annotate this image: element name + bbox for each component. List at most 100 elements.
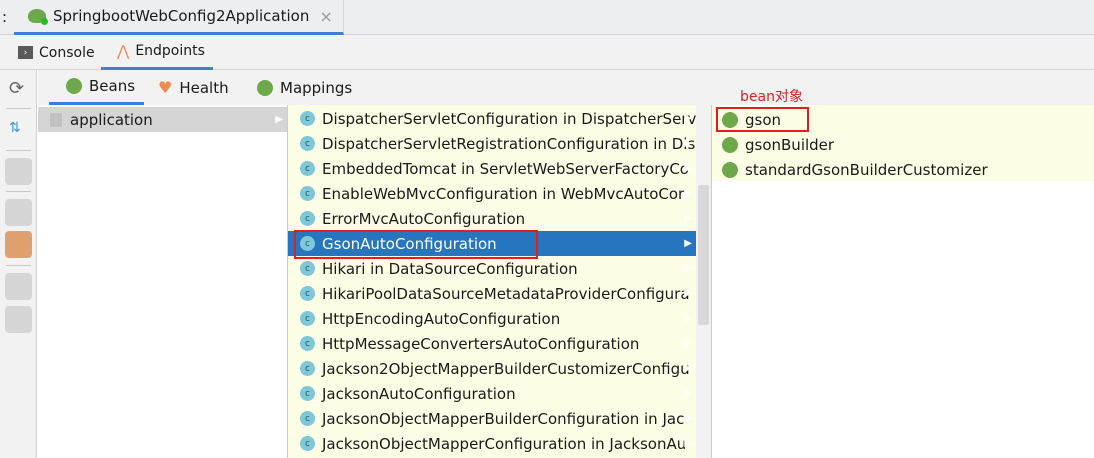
bean-class-label: EmbeddedTomcat in ServletWebServerFactor… xyxy=(322,159,689,178)
tab-endpoints[interactable]: ⋀ Endpoints xyxy=(101,35,213,70)
refresh-icon[interactable]: ⟳ xyxy=(9,78,24,99)
bean-icon xyxy=(66,78,82,94)
stack-icon xyxy=(50,112,62,127)
tab-mappings-label: Mappings xyxy=(280,78,353,97)
chevron-right-icon: ▶ xyxy=(684,413,692,424)
scrollbar-thumb[interactable] xyxy=(698,185,709,325)
bean-class-label: Hikari in DataSourceConfiguration xyxy=(322,259,578,278)
endpoint-tabs: Beans ♥ Health Mappings xyxy=(38,70,1094,105)
bean-class-item[interactable]: c HikariPoolDataSourceMetadataProviderCon… xyxy=(288,281,696,306)
tab-console[interactable]: › Console xyxy=(18,35,95,70)
class-icon: c xyxy=(300,161,315,176)
annotation-label: bean对象 xyxy=(740,89,803,105)
bean-class-label: DispatcherServletRegistrationConfigurati… xyxy=(322,134,696,153)
bean-class-item[interactable]: c ErrorMvcAutoConfiguration ▶ xyxy=(288,206,696,231)
chevron-right-icon: ▶ xyxy=(684,338,692,349)
console-icon: › xyxy=(18,46,33,59)
tab-console-label: Console xyxy=(39,44,95,61)
chevron-right-icon: ▶ xyxy=(684,138,692,149)
bean-class-label: JacksonAutoConfiguration xyxy=(322,384,516,403)
sub-tab-bar: › Console ⋀ Endpoints xyxy=(0,35,1094,70)
bean-class-label: DispatcherServletConfiguration in Dispat… xyxy=(322,109,696,128)
context-label: application xyxy=(70,110,153,129)
bean-class-item[interactable]: c EnableWebMvcConfiguration in WebMvcAuto… xyxy=(288,181,696,206)
class-icon: c xyxy=(300,286,315,301)
close-icon[interactable]: × xyxy=(319,7,332,26)
bean-class-item[interactable]: c EmbeddedTomcat in ServletWebServerFacto… xyxy=(288,156,696,181)
run-tab-bar: : SpringbootWebConfig2Application × xyxy=(0,0,1094,35)
chevron-right-icon: ▶ xyxy=(684,313,692,324)
bean-object-label: standardGsonBuilderCustomizer xyxy=(745,160,988,179)
class-icon: c xyxy=(300,211,315,226)
bean-class-item[interactable]: c Jackson2ObjectMapperBuilderCustomizerCo… xyxy=(288,356,696,381)
bean-class-label: EnableWebMvcConfiguration in WebMvcAutoC… xyxy=(322,184,685,203)
tab-health-label: Health xyxy=(179,78,229,97)
bean-class-item[interactable]: c DispatcherServletConfiguration in Dispa… xyxy=(288,106,696,131)
context-list: application ▶ xyxy=(38,105,288,458)
bean-class-item[interactable]: c HttpEncodingAutoConfiguration ▶ xyxy=(288,306,696,331)
bean-class-label: ErrorMvcAutoConfiguration xyxy=(322,209,526,228)
bean-object-label: gsonBuilder xyxy=(745,135,835,154)
class-icon: c xyxy=(300,111,315,126)
heart-icon: ♥ xyxy=(158,78,173,97)
run-tab-title: SpringbootWebConfig2Application xyxy=(53,7,310,25)
tab-health[interactable]: ♥ Health xyxy=(158,70,229,105)
class-icon: c xyxy=(300,361,315,376)
chevron-right-icon: ▶ xyxy=(684,188,692,199)
expand-icon[interactable] xyxy=(5,306,32,333)
endpoints-icon: ⋀ xyxy=(117,42,130,60)
bean-class-label: JacksonObjectMapperBuilderConfiguration … xyxy=(322,409,685,428)
bean-class-item[interactable]: c JacksonAutoConfiguration ▶ xyxy=(288,381,696,406)
bean-object-item[interactable]: standardGsonBuilderCustomizer xyxy=(712,157,988,182)
spring-config-icon[interactable] xyxy=(5,231,32,258)
bean-class-item[interactable]: c DispatcherServletRegistrationConfigurat… xyxy=(288,131,696,156)
chevron-right-icon: ▶ xyxy=(684,263,692,274)
class-icon: c xyxy=(300,336,315,351)
bean-class-list: c DispatcherServletConfiguration in Dispa… xyxy=(288,105,696,458)
bean-class-label: HikariPoolDataSourceMetadataProviderConf… xyxy=(322,284,690,303)
diagram-icon[interactable] xyxy=(5,158,32,185)
sort-icon[interactable]: ⇅ xyxy=(9,120,21,136)
bean-class-label: JacksonObjectMapperConfiguration in Jack… xyxy=(322,434,687,453)
bean-class-item[interactable]: c HttpMessageConvertersAutoConfiguration ▶ xyxy=(288,331,696,356)
left-toolbar: ⟳ ⇅ xyxy=(0,70,37,458)
bean-class-item[interactable]: c Hikari in DataSourceConfiguration ▶ xyxy=(288,256,696,281)
tab-mappings[interactable]: Mappings xyxy=(257,70,352,105)
highlight-box-selected xyxy=(294,230,538,259)
bean-object-item[interactable]: gsonBuilder xyxy=(712,132,834,157)
mappings-icon xyxy=(257,79,273,96)
highlight-box-gson xyxy=(716,107,809,132)
bean-class-item[interactable]: c JacksonObjectMapperBuilderConfiguration… xyxy=(288,406,696,431)
chevron-right-icon: ▶ xyxy=(275,114,283,125)
class-icon: c xyxy=(300,136,315,151)
scrollbar[interactable] xyxy=(696,105,712,458)
chevron-right-icon: ▶ xyxy=(684,388,692,399)
tab-bar-prefix: : xyxy=(2,8,8,26)
tab-beans-label: Beans xyxy=(89,77,136,95)
class-icon: c xyxy=(300,436,315,451)
class-icon: c xyxy=(300,411,315,426)
class-icon: c xyxy=(300,261,315,276)
chevron-right-icon: ▶ xyxy=(684,438,692,449)
class-icon: c xyxy=(300,311,315,326)
bean-class-label: Jackson2ObjectMapperBuilderCustomizerCon… xyxy=(322,359,690,378)
chevron-right-icon: ▶ xyxy=(684,163,692,174)
pages-icon[interactable] xyxy=(5,273,32,300)
class-icon: c xyxy=(300,386,315,401)
chevron-right-icon: ▶ xyxy=(684,238,692,249)
context-item-application[interactable]: application ▶ xyxy=(38,107,287,132)
bean-class-label: HttpEncodingAutoConfiguration xyxy=(322,309,561,328)
bean-class-item[interactable]: c JacksonObjectMapperConfiguration in Jac… xyxy=(288,431,696,456)
tab-beans[interactable]: Beans xyxy=(49,70,144,105)
spring-bean-icon xyxy=(722,161,738,178)
chevron-right-icon: ▶ xyxy=(684,363,692,374)
bean-object-list: gson gsonBuilder standardGsonBuilderCustom… xyxy=(712,105,1094,458)
run-tab[interactable]: SpringbootWebConfig2Application × xyxy=(14,0,344,35)
copy-icon[interactable] xyxy=(5,199,32,226)
class-icon: c xyxy=(300,186,315,201)
spring-boot-icon xyxy=(28,9,48,25)
chevron-right-icon: ▶ xyxy=(684,113,692,124)
chevron-right-icon: ▶ xyxy=(684,288,692,299)
chevron-right-icon: ▶ xyxy=(684,213,692,224)
spring-bean-icon xyxy=(722,136,738,153)
